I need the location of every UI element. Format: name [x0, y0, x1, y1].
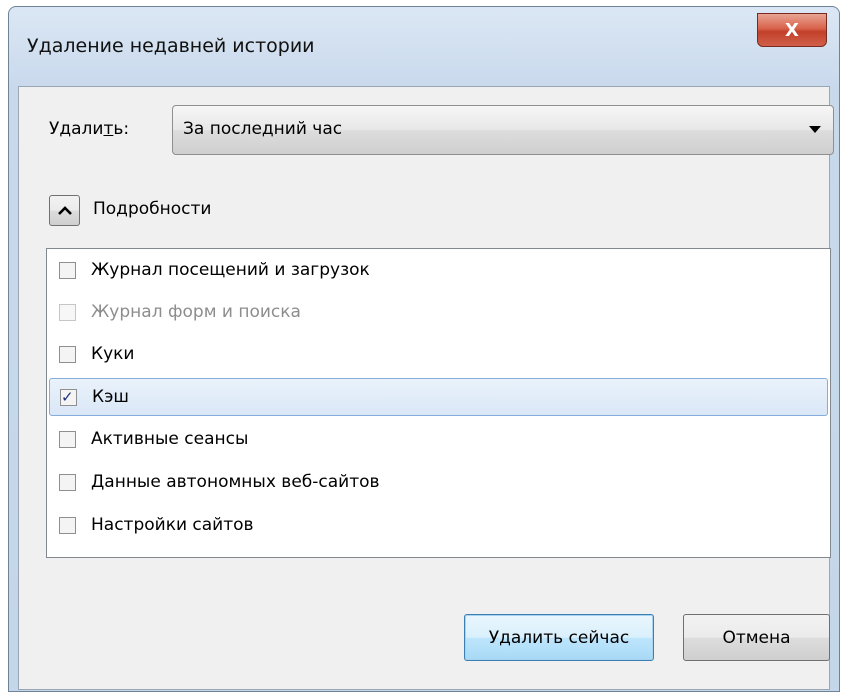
- list-item-label: Активные сеансы: [91, 429, 249, 449]
- clear-now-button[interactable]: Удалить сейчас: [464, 614, 654, 661]
- chevron-up-icon: [57, 205, 72, 215]
- list-item[interactable]: ✓ Кэш: [49, 378, 828, 416]
- list-item[interactable]: Настройки сайтов: [49, 507, 828, 545]
- checkbox[interactable]: [59, 262, 76, 279]
- checkbox[interactable]: [59, 431, 76, 448]
- list-item: Журнал форм и поиска: [49, 294, 828, 332]
- history-items-list: Журнал посещений и загрузок Журнал форм …: [46, 248, 831, 558]
- time-range-value: За последний час: [183, 119, 343, 139]
- list-item[interactable]: Журнал посещений и загрузок: [49, 252, 828, 290]
- close-button[interactable]: X: [757, 13, 827, 47]
- list-item[interactable]: Куки: [49, 336, 828, 374]
- details-toggle-button[interactable]: [49, 195, 80, 226]
- list-item[interactable]: Данные автономных веб-сайтов: [49, 464, 828, 502]
- list-item[interactable]: Активные сеансы: [49, 421, 828, 459]
- checkbox[interactable]: ✓: [60, 388, 77, 406]
- checkmark-icon: ✓: [61, 388, 74, 406]
- dialog-body: Удалить: За последний час Подробности Жу…: [18, 86, 834, 690]
- cancel-button[interactable]: Отмена: [683, 614, 830, 661]
- checkbox[interactable]: [59, 474, 76, 491]
- list-item-label: Кэш: [92, 387, 129, 407]
- list-item-label: Журнал форм и поиска: [91, 302, 301, 322]
- time-range-select[interactable]: За последний час: [172, 105, 834, 155]
- checkbox[interactable]: [59, 517, 76, 534]
- list-item-label: Данные автономных веб-сайтов: [91, 472, 380, 492]
- list-item-label: Настройки сайтов: [91, 515, 254, 535]
- list-item-label: Куки: [91, 344, 135, 364]
- dialog-title: Удаление недавней истории: [27, 35, 315, 57]
- time-range-label: Удалить:: [49, 119, 130, 139]
- close-icon: X: [785, 19, 799, 41]
- checkbox: [59, 304, 76, 321]
- list-item-label: Журнал посещений и загрузок: [91, 260, 370, 280]
- checkbox[interactable]: [59, 346, 76, 363]
- details-label: Подробности: [93, 199, 212, 219]
- dropdown-arrow-icon: [809, 126, 821, 133]
- title-bar[interactable]: Удаление недавней истории X: [9, 7, 839, 85]
- clear-history-dialog: Удаление недавней истории X Удалить: За …: [8, 6, 840, 692]
